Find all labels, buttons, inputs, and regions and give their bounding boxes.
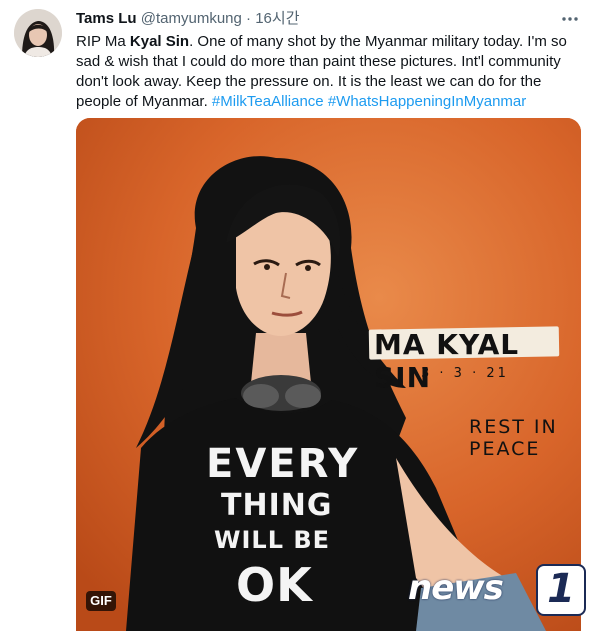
hashtag-link[interactable]: #WhatsHappeningInMyanmar bbox=[328, 93, 526, 110]
artwork-rest-in-peace: REST IN PEACE bbox=[469, 416, 558, 460]
shirt-text-line: THING bbox=[221, 488, 333, 523]
user-handle[interactable]: @tamyumkung bbox=[141, 10, 242, 27]
hashtag-link[interactable]: #MilkTeaAlliance bbox=[212, 93, 324, 110]
watermark-logo-text: news bbox=[408, 568, 504, 608]
tweet-media-gif[interactable]: REST IN PEACE MA KYAL SIN 3 · 3 · 21 EVE… bbox=[76, 118, 581, 631]
more-dots-icon[interactable] bbox=[559, 8, 581, 30]
shirt-text-line: EVERY bbox=[206, 441, 360, 487]
separator-dot: · bbox=[246, 10, 252, 27]
watermark-logo-number: 1 bbox=[536, 564, 586, 616]
artwork-name: MA KYAL SIN bbox=[374, 328, 520, 394]
tweet: Tams Lu @tamyumkung · 16시간 RIP Ma Kyal S… bbox=[0, 0, 597, 631]
shirt-text-line: WILL BE bbox=[214, 526, 331, 554]
tweet-text-bold-name: Kyal Sin bbox=[129, 33, 190, 50]
tweet-text: RIP Ma Kyal Sin. One of many shot by the… bbox=[76, 32, 581, 112]
tweet-timestamp[interactable]: 16시간 bbox=[255, 10, 299, 27]
shirt-text-line: OK bbox=[236, 558, 313, 612]
news1-watermark: news 1 bbox=[408, 560, 588, 620]
gif-badge: GIF bbox=[86, 591, 116, 611]
tweet-text-part: RIP Ma bbox=[76, 33, 130, 50]
display-name[interactable]: Tams Lu bbox=[76, 10, 137, 27]
tweet-header: Tams Lu @tamyumkung · 16시간 bbox=[76, 9, 300, 29]
avatar[interactable] bbox=[14, 9, 62, 57]
artwork-date: 3 · 3 · 21 bbox=[421, 366, 509, 381]
